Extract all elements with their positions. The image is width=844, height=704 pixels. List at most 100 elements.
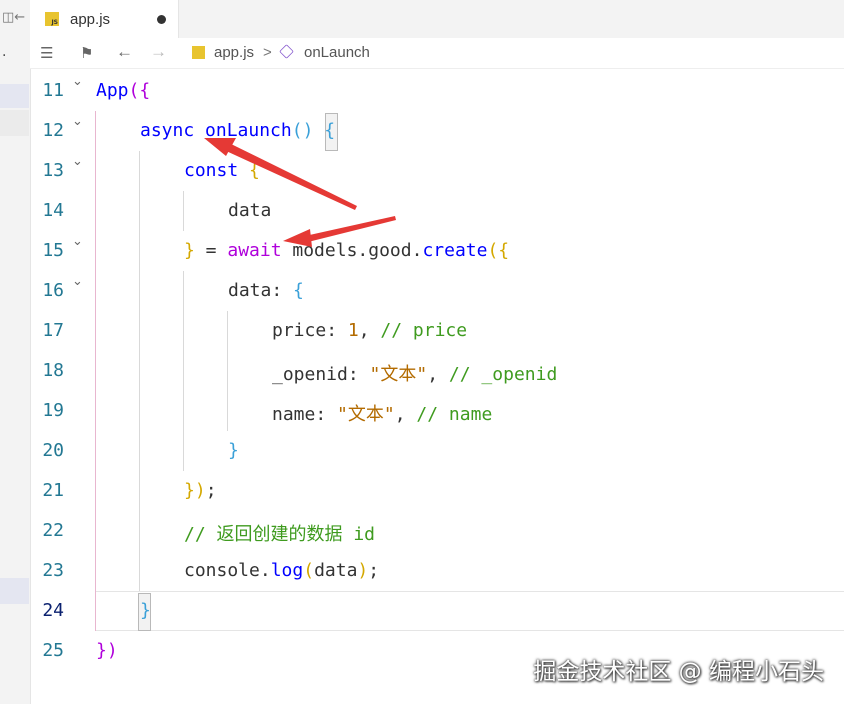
code-token: : xyxy=(315,404,338,425)
code-token: { xyxy=(249,160,260,181)
code-token: : xyxy=(347,364,370,385)
code-token: 1 xyxy=(347,320,359,341)
line-number: 25 xyxy=(42,640,64,661)
code-line-19[interactable]: name: "文本", // name xyxy=(272,400,493,425)
breadcrumb-symbol[interactable]: onLaunch xyxy=(304,44,370,61)
code-token: () xyxy=(291,120,314,141)
fold-chevron-icon[interactable]: ⌄ xyxy=(72,114,83,129)
panel-highlight xyxy=(0,84,29,108)
code-token: _openid xyxy=(272,364,348,385)
code-token: ) xyxy=(357,560,369,581)
code-comment: // 返回创建的数据 id xyxy=(184,524,376,545)
line-number: 11 xyxy=(42,80,64,101)
code-string: "文本" xyxy=(337,404,395,425)
panel-highlight xyxy=(0,110,29,136)
code-token: ; xyxy=(368,560,380,581)
code-token: models.good. xyxy=(281,240,423,261)
code-token: data xyxy=(314,560,358,581)
line-number: 20 xyxy=(42,440,64,461)
line-number: 15 xyxy=(42,240,64,261)
forward-arrow-icon[interactable]: → xyxy=(150,42,167,62)
breadcrumb-separator: > xyxy=(263,44,272,61)
side-panel-strip: ◫← . xyxy=(0,0,31,704)
line-number: 17 xyxy=(42,320,64,341)
code-line-22[interactable]: // 返回创建的数据 id xyxy=(184,520,376,545)
code-token: } xyxy=(140,600,151,621)
breadcrumb-file[interactable]: app.js xyxy=(214,44,254,61)
fold-chevron-icon[interactable]: ⌄ xyxy=(72,274,83,289)
code-token: , xyxy=(358,320,381,341)
code-token: data xyxy=(228,200,272,221)
code-token: ({ xyxy=(487,240,510,261)
code-line-17[interactable]: price: 1, // price xyxy=(272,320,467,344)
fold-chevron-icon[interactable]: ⌄ xyxy=(72,74,83,89)
panel-highlight xyxy=(0,578,29,604)
current-line-highlight xyxy=(96,591,844,631)
code-token: , xyxy=(394,404,417,425)
code-line-23[interactable]: console.log(data); xyxy=(184,560,379,584)
line-number: 18 xyxy=(42,360,64,381)
line-number: 23 xyxy=(42,560,64,581)
code-token: , xyxy=(427,364,449,385)
panel-toggle-icon[interactable]: ◫← xyxy=(2,10,25,25)
code-line-24[interactable]: } xyxy=(140,600,151,624)
tab-label: app.js xyxy=(70,10,111,28)
indent-guide xyxy=(183,191,184,231)
unsaved-dot-icon[interactable] xyxy=(157,15,166,24)
code-token: : xyxy=(271,280,294,301)
fold-chevron-icon[interactable]: ⌄ xyxy=(72,154,83,169)
javascript-file-icon xyxy=(192,46,205,59)
javascript-file-icon xyxy=(45,12,59,26)
indent-guide xyxy=(183,271,184,471)
code-comment: // name xyxy=(416,404,493,425)
watermark: 掘金技术社区 @ 编程小石头 xyxy=(533,659,824,685)
line-number: 14 xyxy=(42,200,64,221)
code-token: } xyxy=(184,240,195,261)
code-token: { xyxy=(324,120,336,141)
tab-bar: app.js xyxy=(30,0,844,38)
method-cube-icon xyxy=(279,44,294,59)
code-token: ; xyxy=(205,480,217,501)
code-line-21[interactable]: }); xyxy=(184,480,217,504)
code-token: }) xyxy=(184,480,206,501)
code-line-20[interactable]: } xyxy=(228,440,239,464)
line-number: 16 xyxy=(42,280,64,301)
code-string: "文本" xyxy=(369,364,428,385)
code-token: }) xyxy=(96,640,118,661)
indent-guide xyxy=(139,151,140,591)
code-token: onLaunch xyxy=(205,120,292,141)
code-token: log xyxy=(270,560,304,581)
editor-toolbar: ☰ ⚑ ← → app.js > onLaunch xyxy=(30,38,844,69)
back-arrow-icon[interactable]: ← xyxy=(116,42,133,62)
line-number-active: 24 xyxy=(42,600,64,621)
code-line-14[interactable]: data xyxy=(228,200,271,224)
code-token: await xyxy=(227,240,282,261)
panel-dot: . xyxy=(2,44,7,60)
bookmark-icon[interactable]: ⚑ xyxy=(80,44,93,62)
code-token: } xyxy=(228,440,239,461)
code-line-25[interactable]: }) xyxy=(96,640,118,664)
line-number: 21 xyxy=(42,480,64,501)
indent-guide xyxy=(227,311,228,431)
code-line-13[interactable]: const { xyxy=(184,160,260,184)
code-token: ( xyxy=(303,560,315,581)
code-token: = xyxy=(194,240,228,261)
line-number: 13 xyxy=(42,160,64,181)
list-icon[interactable]: ☰ xyxy=(40,44,53,62)
code-token: data xyxy=(228,280,272,301)
fold-chevron-icon[interactable]: ⌄ xyxy=(72,234,83,249)
code-line-11[interactable]: App({ xyxy=(96,80,150,104)
line-number: 12 xyxy=(42,120,64,141)
code-token: : xyxy=(326,320,348,341)
code-line-16[interactable]: data: { xyxy=(228,280,304,304)
line-number: 22 xyxy=(42,520,64,541)
line-number: 19 xyxy=(42,400,64,421)
code-line-18[interactable]: _openid: "文本", // _openid xyxy=(272,360,557,385)
indent-guide-active xyxy=(95,111,96,631)
code-line-15[interactable]: } = await models.good.create({ xyxy=(184,240,509,264)
code-token: const xyxy=(184,160,239,181)
code-token: async xyxy=(140,120,195,141)
code-token: console. xyxy=(184,560,271,581)
code-line-12[interactable]: async onLaunch() { xyxy=(140,120,335,144)
tab-app-js[interactable]: app.js xyxy=(30,0,179,38)
